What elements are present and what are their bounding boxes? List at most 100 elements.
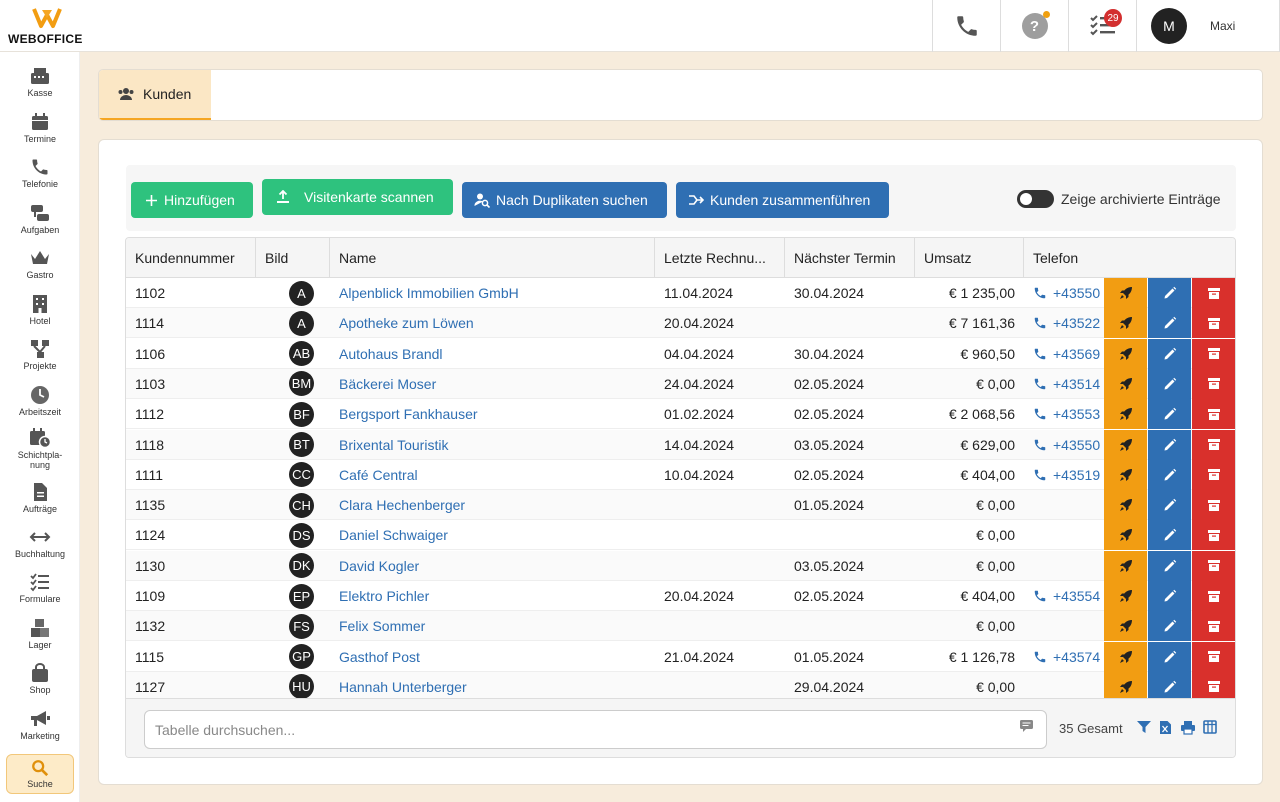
customer-name-link[interactable]: Clara Hechenberger: [339, 497, 465, 513]
table-row[interactable]: 1132 FS Felix Sommer € 0,00: [126, 611, 1235, 642]
edit-button[interactable]: [1148, 459, 1191, 490]
column-header-bild[interactable]: Bild: [256, 238, 330, 277]
tab-kunden[interactable]: Kunden: [99, 70, 211, 120]
archive-button[interactable]: [1192, 550, 1235, 581]
archive-button[interactable]: [1192, 641, 1235, 672]
sidebar-item-hotel[interactable]: Hotel: [0, 294, 80, 326]
phone-link[interactable]: +43553: [1033, 406, 1100, 422]
archive-button[interactable]: [1192, 581, 1235, 611]
table-row[interactable]: 1109 EP Elektro Pichler 20.04.2024 02.05.202…: [126, 581, 1235, 611]
archive-button[interactable]: [1192, 399, 1235, 430]
column-header-phone[interactable]: Telefon: [1024, 238, 1235, 277]
edit-button[interactable]: [1148, 308, 1191, 339]
sidebar-item-marketing[interactable]: Marketing: [0, 709, 80, 741]
phone-link[interactable]: +43550: [1033, 285, 1100, 301]
action-button[interactable]: [1104, 368, 1147, 399]
sidebar-item-shop[interactable]: Shop: [0, 663, 80, 695]
print-icon[interactable]: [1180, 720, 1196, 735]
action-button[interactable]: [1104, 490, 1147, 521]
phone-link[interactable]: +43550: [1033, 437, 1100, 453]
comment-icon[interactable]: [1019, 719, 1034, 733]
edit-button[interactable]: [1148, 429, 1191, 460]
table-row[interactable]: 1102 A Alpenblick Immobilien GmbH 11.04.202…: [126, 278, 1235, 308]
table-row[interactable]: 1118 BT Brixental Touristik 14.04.2024 03.05…: [126, 429, 1235, 460]
columns-icon[interactable]: [1203, 720, 1217, 734]
phone-link[interactable]: +43569: [1033, 346, 1100, 362]
customer-name-link[interactable]: David Kogler: [339, 558, 419, 574]
edit-button[interactable]: [1148, 520, 1191, 551]
table-row[interactable]: 1114 A Apotheke zum Löwen 20.04.2024 € 7 161…: [126, 308, 1235, 339]
action-button[interactable]: [1104, 338, 1147, 369]
edit-button[interactable]: [1148, 399, 1191, 430]
archive-button[interactable]: [1192, 278, 1235, 308]
action-button[interactable]: [1104, 459, 1147, 490]
sidebar-item-kasse[interactable]: Kasse: [0, 66, 80, 98]
column-header-last-invoice[interactable]: Letzte Rechnu...: [655, 238, 785, 277]
edit-button[interactable]: [1148, 490, 1191, 521]
phone-link[interactable]: +43554: [1033, 588, 1100, 604]
column-header-revenue[interactable]: Umsatz: [915, 238, 1024, 277]
sidebar-item-projekte[interactable]: Projekte: [0, 339, 80, 371]
sidebar-item-telefonie[interactable]: Telefonie: [0, 157, 80, 189]
archive-button[interactable]: [1192, 308, 1235, 339]
edit-button[interactable]: [1148, 581, 1191, 611]
sidebar-item-auftraege[interactable]: Aufträge: [0, 482, 80, 514]
logo[interactable]: WEBOFFICE: [8, 6, 88, 46]
edit-button[interactable]: [1148, 368, 1191, 399]
sidebar-item-lager[interactable]: Lager: [0, 618, 80, 650]
archive-button[interactable]: [1192, 490, 1235, 521]
table-row[interactable]: 1124 DS Daniel Schwaiger € 0,00: [126, 520, 1235, 551]
table-row[interactable]: 1106 AB Autohaus Brandl 04.04.2024 30.04.202…: [126, 338, 1235, 369]
archive-button[interactable]: [1192, 520, 1235, 551]
sidebar-item-buchhaltung[interactable]: Buchhaltung: [0, 527, 80, 559]
table-row[interactable]: 1130 DK David Kogler 03.05.2024 € 0,00: [126, 550, 1235, 581]
help-button[interactable]: ?: [1000, 0, 1068, 52]
customer-name-link[interactable]: Daniel Schwaiger: [339, 527, 448, 543]
column-header-next-appointment[interactable]: Nächster Termin: [785, 238, 915, 277]
edit-button[interactable]: [1148, 641, 1191, 672]
phone-link[interactable]: +43519: [1033, 467, 1100, 483]
action-button[interactable]: [1104, 399, 1147, 430]
customer-name-link[interactable]: Bäckerei Moser: [339, 376, 436, 392]
customer-name-link[interactable]: Café Central: [339, 467, 418, 483]
customer-name-link[interactable]: Apotheke zum Löwen: [339, 315, 474, 331]
phone-link[interactable]: +43574: [1033, 649, 1100, 665]
edit-button[interactable]: [1148, 611, 1191, 642]
customer-name-link[interactable]: Gasthof Post: [339, 649, 420, 665]
sidebar-item-arbeitszeit[interactable]: Arbeitszeit: [0, 385, 80, 417]
customer-name-link[interactable]: Alpenblick Immobilien GmbH: [339, 285, 519, 301]
customer-name-link[interactable]: Brixental Touristik: [339, 437, 448, 453]
table-row[interactable]: 1103 BM Bäckerei Moser 24.04.2024 02.05.2024…: [126, 368, 1235, 399]
archive-button[interactable]: [1192, 368, 1235, 399]
customer-name-link[interactable]: Felix Sommer: [339, 618, 425, 634]
archived-toggle[interactable]: [1017, 190, 1054, 208]
customer-name-link[interactable]: Autohaus Brandl: [339, 346, 443, 362]
phone-link[interactable]: +43514: [1033, 376, 1100, 392]
sidebar-item-schichtplanung[interactable]: Schichtpla- nung: [0, 428, 80, 470]
column-header-name[interactable]: Name: [330, 238, 655, 277]
merge-customers-button[interactable]: Kunden zusammenführen: [676, 182, 889, 218]
edit-button[interactable]: [1148, 278, 1191, 308]
add-button[interactable]: Hinzufügen: [131, 182, 253, 218]
table-row[interactable]: 1135 CH Clara Hechenberger 01.05.2024 € 0,00: [126, 490, 1235, 521]
sidebar-item-suche[interactable]: Suche: [6, 754, 74, 794]
table-row[interactable]: 1115 GP Gasthof Post 21.04.2024 01.05.2024 € …: [126, 641, 1235, 672]
action-button[interactable]: [1104, 278, 1147, 308]
user-menu[interactable]: M Maxi: [1136, 0, 1280, 52]
archive-button[interactable]: [1192, 459, 1235, 490]
action-button[interactable]: [1104, 641, 1147, 672]
edit-button[interactable]: [1148, 671, 1191, 698]
sidebar-item-gastro[interactable]: Gastro: [0, 248, 80, 280]
tasks-button[interactable]: 29: [1068, 0, 1136, 52]
phone-link[interactable]: +43522: [1033, 315, 1100, 331]
action-button[interactable]: [1104, 611, 1147, 642]
action-button[interactable]: [1104, 520, 1147, 551]
archive-button[interactable]: [1192, 611, 1235, 642]
column-header-kundennummer[interactable]: Kundennummer: [126, 238, 256, 277]
action-button[interactable]: [1104, 429, 1147, 460]
filter-icon[interactable]: [1136, 720, 1152, 734]
find-duplicates-button[interactable]: Nach Duplikaten suchen: [462, 182, 667, 218]
archive-button[interactable]: [1192, 338, 1235, 369]
archive-button[interactable]: [1192, 671, 1235, 698]
customer-name-link[interactable]: Elektro Pichler: [339, 588, 429, 604]
